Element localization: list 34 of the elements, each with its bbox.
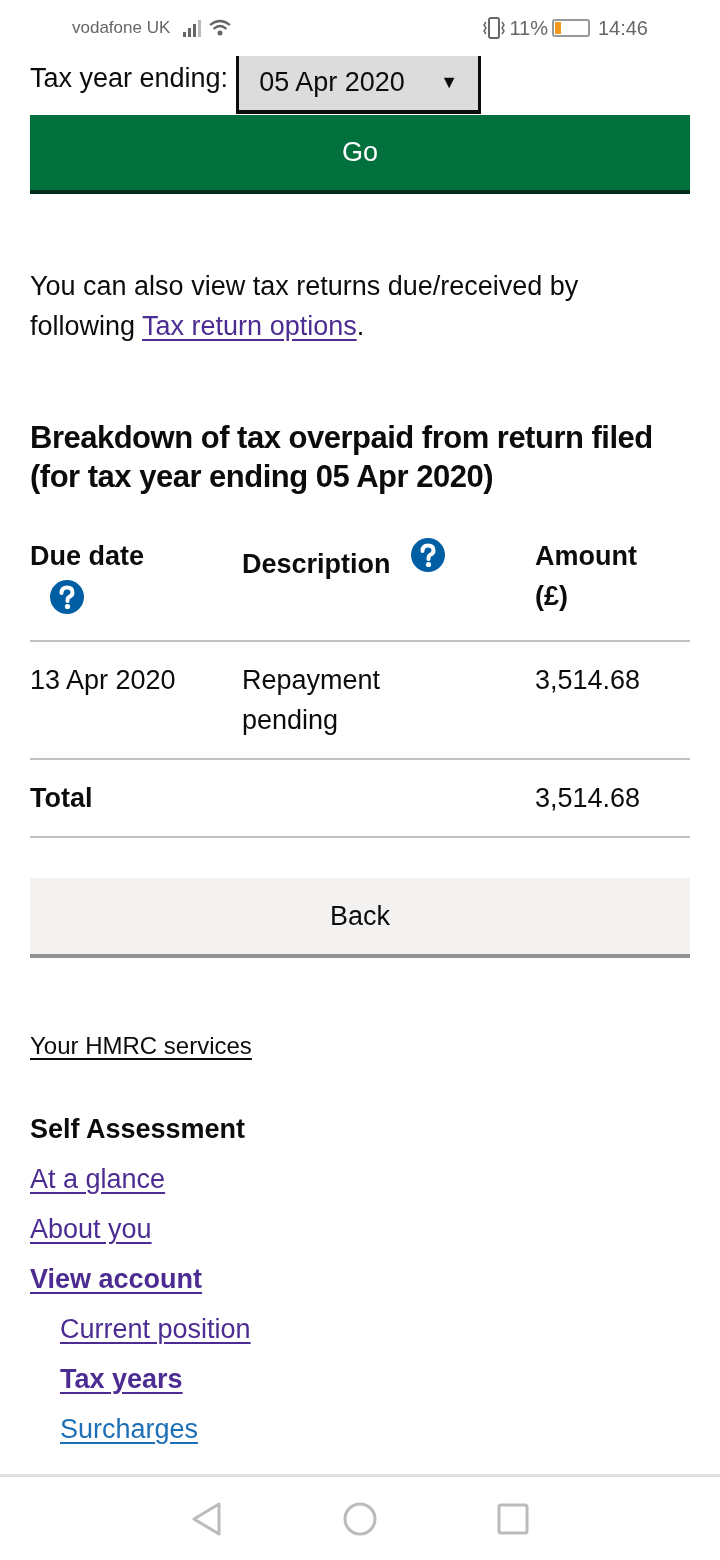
wifi-icon — [208, 18, 233, 38]
battery-percent: 11% — [509, 16, 548, 41]
tax-year-select[interactable]: 05 Apr 2020 ▼ — [236, 56, 482, 114]
home-nav-icon[interactable] — [343, 1501, 377, 1536]
nav-link[interactable]: At a glance — [30, 1154, 166, 1204]
back-nav-icon[interactable] — [191, 1501, 223, 1536]
nav-link[interactable]: Current position — [60, 1304, 251, 1354]
back-button[interactable]: Back — [30, 878, 690, 958]
services-link[interactable]: Your HMRC services — [30, 1028, 252, 1064]
recents-nav-icon[interactable] — [497, 1502, 529, 1535]
nav-title: Self Assessment — [30, 1113, 247, 1146]
help-icon[interactable] — [50, 580, 84, 614]
section-heading: Breakdown of tax overpaid from return filed (for tax year ending 05 Apr 2020) — [30, 419, 654, 496]
help-icon[interactable] — [410, 538, 445, 572]
nav-link[interactable]: Surcharges — [60, 1404, 199, 1454]
intro-text: You can also view tax returns due/received by following Tax return options. — [30, 270, 580, 343]
table-cell-text: 3,514.68 — [535, 782, 642, 815]
field-label: Tax year ending: — [30, 61, 229, 95]
table-cell-text: Total — [30, 782, 94, 815]
battery-icon — [551, 19, 590, 37]
vibrate-icon — [483, 16, 506, 40]
go-button[interactable]: Go — [30, 115, 690, 194]
column-header: Due date — [30, 540, 145, 573]
column-header: Amount (£) — [535, 540, 638, 613]
nav-link[interactable]: Tax years — [60, 1354, 183, 1404]
carrier-name: vodafone UK — [72, 17, 171, 40]
column-header: Description — [242, 548, 391, 581]
nav-link[interactable]: About you — [30, 1204, 152, 1254]
nav-link[interactable]: View account — [30, 1254, 203, 1304]
table-cell-text: 13 Apr 2020 — [30, 664, 177, 697]
table-cell-text: Repayment pending — [242, 664, 382, 737]
tax-return-options-link[interactable]: Tax return options — [142, 311, 357, 341]
clock: 14:46 — [597, 16, 648, 41]
table-cell-text: 3,514.68 — [535, 664, 642, 697]
